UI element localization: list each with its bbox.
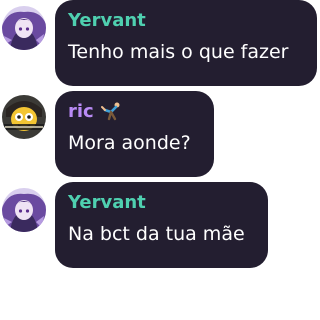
message-author[interactable]: Yervant (68, 191, 255, 215)
message-text: Tenho mais o que fazer (68, 41, 289, 63)
gymnast-figure-icon (100, 101, 122, 123)
author-name[interactable]: Yervant (68, 9, 146, 33)
author-name[interactable]: ric (68, 100, 94, 124)
message-author[interactable]: Yervant (68, 9, 304, 33)
message-bubble[interactable]: ric Mora aonde? (55, 91, 214, 177)
purple-anime-character-avatar[interactable] (2, 188, 46, 232)
chat-message: Yervant Tenho mais o que fazer (0, 0, 317, 90)
purple-anime-character-avatar[interactable] (2, 6, 46, 50)
message-text: Mora aonde? (68, 132, 191, 154)
yellow-cartoon-character-avatar[interactable] (2, 95, 46, 139)
chat-message: ric Mora aonde? (0, 91, 317, 181)
message-author[interactable]: ric (68, 100, 201, 124)
chat-thread: Yervant Tenho mais o que fazer ric Mora … (0, 0, 317, 320)
message-text: Na bct da tua mãe (68, 223, 245, 245)
message-bubble[interactable]: Yervant Na bct da tua mãe (55, 182, 268, 268)
message-bubble[interactable]: Yervant Tenho mais o que fazer (55, 0, 317, 86)
author-name[interactable]: Yervant (68, 191, 146, 215)
chat-message: Yervant Na bct da tua mãe (0, 182, 317, 272)
